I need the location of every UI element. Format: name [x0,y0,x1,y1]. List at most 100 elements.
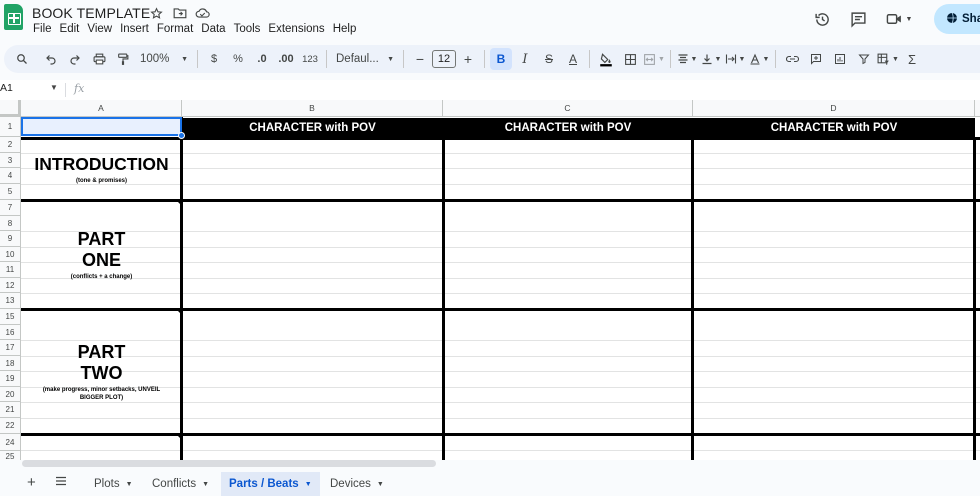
row-header[interactable]: 8 [0,216,21,231]
column-header-d[interactable]: D [693,100,975,117]
row-header[interactable]: 13 [0,293,21,309]
sheet-tab-parts-beats[interactable]: Parts / Beats ▼ [221,472,320,496]
currency-format-button[interactable]: $ [203,48,225,70]
column-border [973,137,976,460]
row-header[interactable]: 22 [0,418,21,434]
vertical-align-icon[interactable]: ▼ [700,48,722,70]
menu-view[interactable]: View [87,23,117,35]
document-title[interactable]: BOOK TEMPLATE [32,5,150,21]
row-header[interactable]: 9 [0,231,21,247]
note-indicator-icon[interactable] [176,200,181,205]
text-color-button[interactable]: A [562,48,584,70]
row-header[interactable]: 11 [0,262,21,278]
version-history-icon[interactable] [810,7,834,31]
menu-insert[interactable]: Insert [120,23,154,35]
text-rotation-icon[interactable]: ▼ [748,48,770,70]
row-header[interactable]: 2 [0,137,21,153]
column-header-c[interactable]: C [443,100,693,117]
section-part-two[interactable]: PART TWO (make progress, minor setbacks,… [22,311,181,433]
row-header[interactable]: 17 [0,340,21,356]
row-header[interactable]: 4 [0,168,21,184]
chevron-down-icon[interactable]: ▼ [50,83,58,92]
row-header[interactable]: 7 [0,200,21,216]
menu-extensions[interactable]: Extensions [268,23,329,35]
insert-link-icon[interactable] [781,48,803,70]
sheet-tab-conflicts[interactable]: Conflicts ▼ [144,472,217,496]
spreadsheet-grid[interactable]: A B C D 1 2 3 4 5 7 8 9 10 11 12 13 15 1… [0,100,980,460]
menu-data[interactable]: Data [201,23,230,35]
fill-color-icon[interactable] [595,48,617,70]
decrease-decimal-button[interactable]: .0 [251,48,273,70]
column-header-a[interactable]: A [21,100,182,117]
all-sheets-menu-icon[interactable] [55,474,67,489]
more-formats-button[interactable]: 123 [299,48,321,70]
text-wrapping-icon[interactable]: ▼ [724,48,746,70]
menu-help[interactable]: Help [333,23,362,35]
cloud-status-icon[interactable] [194,5,211,21]
note-indicator-icon[interactable] [176,309,181,314]
note-indicator-icon[interactable] [176,434,181,439]
row-header[interactable]: 21 [0,402,21,418]
italic-button[interactable]: I [514,48,536,70]
row-header[interactable]: 20 [0,387,21,402]
selected-cell-a1[interactable] [21,117,182,136]
font-select[interactable]: Defaul... ▼ [332,48,398,70]
section-introduction[interactable]: INTRODUCTION (tone & promises) [22,140,181,199]
add-sheet-icon[interactable]: + [27,474,36,491]
insert-chart-icon[interactable] [829,48,851,70]
print-icon[interactable] [88,48,110,70]
menu-file[interactable]: File [33,23,57,35]
row-header[interactable]: 16 [0,325,21,340]
row-header[interactable]: 24 [0,434,21,451]
section-title: PART [77,342,126,362]
column-header-partial[interactable] [975,100,980,117]
insert-comment-icon[interactable] [805,48,827,70]
increase-font-size-button[interactable]: + [457,48,479,70]
row-header[interactable]: 18 [0,356,21,371]
paint-format-icon[interactable] [112,48,134,70]
star-icon[interactable] [148,5,165,21]
search-menus-icon[interactable] [11,48,33,70]
row-header[interactable]: 3 [0,153,21,168]
select-all-corner[interactable] [0,100,21,117]
share-button[interactable]: Sha [934,4,980,34]
strikethrough-button[interactable]: S [538,48,560,70]
pov-header-d[interactable]: CHARACTER with POV [693,118,975,137]
row-header[interactable]: 15 [0,309,21,325]
row-header[interactable]: 12 [0,278,21,293]
percent-format-button[interactable]: % [227,48,249,70]
row-header[interactable]: 1 [0,117,21,137]
column-header-b[interactable]: B [182,100,443,117]
row-header[interactable]: 10 [0,247,21,262]
move-folder-icon[interactable] [171,5,188,21]
menu-edit[interactable]: Edit [60,23,85,35]
functions-button[interactable]: Σ [901,48,923,70]
merge-cells-icon[interactable]: ▼ [643,48,665,70]
sheet-tab-devices[interactable]: Devices ▼ [322,472,392,496]
row-header[interactable]: 5 [0,184,21,200]
filter-views-icon[interactable]: ▼ [877,48,899,70]
redo-icon[interactable] [64,48,86,70]
filter-icon[interactable] [853,48,875,70]
section-part-one[interactable]: PART ONE (conflicts + a change) [22,202,181,308]
horizontal-align-icon[interactable]: ▼ [676,48,698,70]
pov-header-c[interactable]: CHARACTER with POV [443,118,693,137]
menu-tools[interactable]: Tools [234,23,266,35]
borders-icon[interactable] [619,48,641,70]
decrease-font-size-button[interactable]: − [409,48,431,70]
bold-button[interactable]: B [490,48,512,70]
row-header[interactable]: 19 [0,371,21,387]
sheets-logo-icon[interactable] [4,4,23,30]
comments-icon[interactable] [846,7,870,31]
meet-call-icon[interactable]: ▼ [882,7,916,31]
fill-handle[interactable] [178,132,185,139]
horizontal-scrollbar[interactable] [22,460,436,467]
row-header[interactable]: 25 [0,451,21,460]
undo-icon[interactable] [40,48,62,70]
sheet-tab-plots[interactable]: Plots ▼ [86,472,141,496]
font-size-input[interactable]: 12 [432,50,456,68]
menu-format[interactable]: Format [157,23,198,35]
zoom-select[interactable]: 100% ▼ [136,48,192,70]
increase-decimal-button[interactable]: .00 [275,48,297,70]
pov-header-b[interactable]: CHARACTER with POV [182,118,443,137]
